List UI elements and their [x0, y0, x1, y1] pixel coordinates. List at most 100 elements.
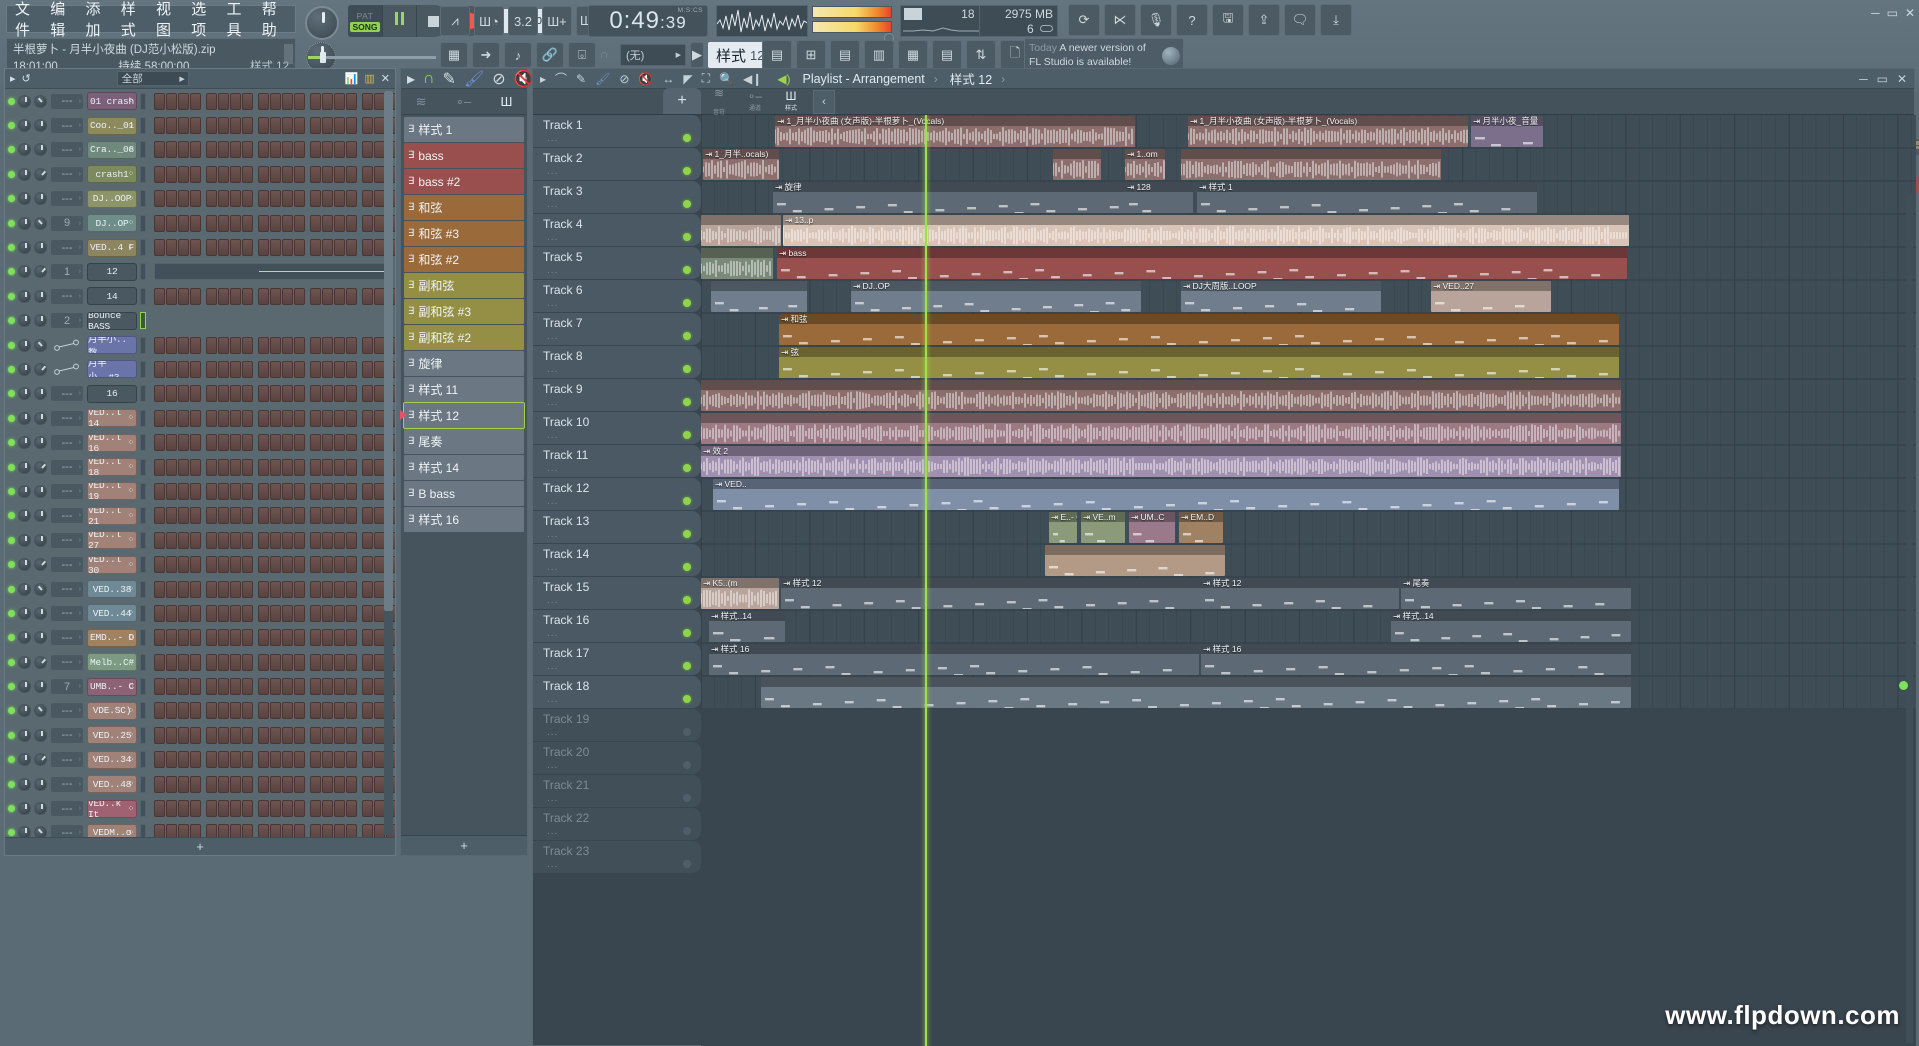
channel-enable-led[interactable] — [8, 195, 15, 203]
step-button[interactable] — [322, 580, 333, 598]
channel-mixer-number[interactable]: --- › — [50, 239, 84, 257]
step-button[interactable] — [258, 482, 269, 500]
step-button[interactable] — [346, 141, 357, 159]
step-button[interactable] — [282, 531, 293, 549]
step-button[interactable] — [270, 434, 281, 452]
channel-mixer-number[interactable]: 2 › — [50, 312, 84, 330]
step-button[interactable] — [282, 214, 293, 232]
step-button[interactable] — [346, 336, 357, 354]
step-button[interactable] — [178, 775, 189, 793]
track-header[interactable]: Track 4... — [533, 214, 701, 247]
channel-name-button[interactable]: VED..l 14 ⁘ — [87, 409, 137, 428]
step-sequencer[interactable] — [149, 434, 395, 452]
step-button[interactable] — [206, 92, 217, 110]
step-button[interactable] — [282, 190, 293, 208]
step-button[interactable] — [206, 751, 217, 769]
step-button[interactable] — [310, 702, 321, 720]
channel-enable-led[interactable] — [8, 146, 15, 154]
step-sequencer[interactable] — [149, 580, 395, 598]
step-sequencer[interactable] — [149, 92, 395, 110]
step-button[interactable] — [206, 214, 217, 232]
step-button[interactable] — [322, 214, 333, 232]
step-button[interactable] — [206, 824, 217, 837]
channel-enable-led[interactable] — [8, 390, 15, 398]
step-button[interactable] — [270, 824, 281, 837]
step-button[interactable] — [346, 385, 357, 403]
step-button[interactable] — [218, 531, 229, 549]
add-pattern-button[interactable]: + — [401, 835, 527, 855]
step-button[interactable] — [258, 726, 269, 744]
step-button[interactable] — [334, 239, 345, 257]
step-button[interactable] — [154, 556, 165, 574]
add-track-button[interactable]: + — [663, 88, 701, 114]
step-button[interactable] — [218, 165, 229, 183]
playlist-clip[interactable]: ⇥ 样式 12 — [781, 578, 1201, 609]
channel-pan-knob[interactable] — [18, 680, 31, 694]
step-button[interactable] — [178, 360, 189, 378]
step-button[interactable] — [190, 531, 201, 549]
master-pitch-knob[interactable] — [305, 6, 339, 40]
channel-enable-led[interactable] — [8, 707, 15, 715]
step-button[interactable] — [334, 385, 345, 403]
minimize-button[interactable]: ─ — [1859, 72, 1868, 86]
step-button[interactable] — [282, 678, 293, 696]
step-button[interactable] — [178, 751, 189, 769]
channel-volume-knob[interactable] — [34, 265, 47, 279]
step-button[interactable] — [178, 531, 189, 549]
step-button[interactable] — [346, 702, 357, 720]
step-button[interactable] — [282, 409, 293, 427]
channel-row[interactable]: --- › crash1 ⁘ — [5, 162, 395, 186]
step-button[interactable] — [178, 702, 189, 720]
step-button[interactable] — [346, 824, 357, 837]
step-button[interactable] — [322, 702, 333, 720]
step-button[interactable] — [270, 239, 281, 257]
step-button[interactable] — [206, 482, 217, 500]
step-sequencer[interactable] — [149, 263, 392, 281]
step-button[interactable] — [294, 239, 305, 257]
picker-menu-icon[interactable]: ▸ — [407, 69, 415, 89]
step-button[interactable] — [166, 531, 177, 549]
step-button[interactable] — [190, 653, 201, 671]
step-button[interactable] — [258, 604, 269, 622]
pattern-item[interactable]: ∃ 副和弦 #3 — [404, 299, 524, 324]
step-button[interactable] — [322, 190, 333, 208]
step-button[interactable] — [178, 507, 189, 525]
step-button[interactable] — [230, 385, 241, 403]
step-sequencer[interactable] — [149, 604, 395, 622]
step-button[interactable] — [294, 409, 305, 427]
step-button[interactable] — [242, 604, 253, 622]
step-button[interactable] — [242, 726, 253, 744]
channel-row[interactable]: 9 › DJ..OP ⁘ — [5, 211, 395, 235]
step-button[interactable] — [154, 800, 165, 818]
channel-pan-knob[interactable] — [18, 314, 31, 328]
step-button[interactable] — [154, 287, 165, 305]
channel-enable-led[interactable] — [8, 463, 15, 471]
track-enable-led[interactable] — [683, 596, 691, 604]
step-button[interactable] — [218, 653, 229, 671]
step-button[interactable] — [270, 409, 281, 427]
playlist-clip[interactable]: ⇥ DJ大周版..LOOP — [1181, 281, 1381, 312]
step-sequencer[interactable] — [149, 117, 395, 135]
channel-enable-led[interactable] — [8, 683, 15, 691]
rack-menu-icon[interactable]: ▸ — [10, 72, 16, 85]
step-button[interactable] — [310, 531, 321, 549]
playlist-clip[interactable]: ⇥ 样式 12 — [1201, 578, 1399, 609]
channel-name-button[interactable]: 月半小..数 — [87, 336, 137, 355]
step-button[interactable] — [166, 800, 177, 818]
step-button[interactable] — [270, 141, 281, 159]
step-button[interactable] — [362, 409, 373, 427]
step-button[interactable] — [282, 751, 293, 769]
step-button[interactable] — [178, 726, 189, 744]
channel-mixer-number[interactable]: --- › — [50, 482, 84, 500]
step-button[interactable] — [166, 604, 177, 622]
add-channel-button[interactable]: + — [5, 837, 395, 855]
step-button[interactable] — [310, 434, 321, 452]
step-button[interactable] — [334, 287, 345, 305]
step-button[interactable] — [178, 92, 189, 110]
step-button[interactable] — [242, 800, 253, 818]
channel-pan-knob[interactable] — [18, 167, 31, 181]
step-button[interactable] — [270, 726, 281, 744]
step-button[interactable] — [270, 336, 281, 354]
channel-pan-knob[interactable] — [18, 631, 31, 645]
step-button[interactable] — [258, 336, 269, 354]
